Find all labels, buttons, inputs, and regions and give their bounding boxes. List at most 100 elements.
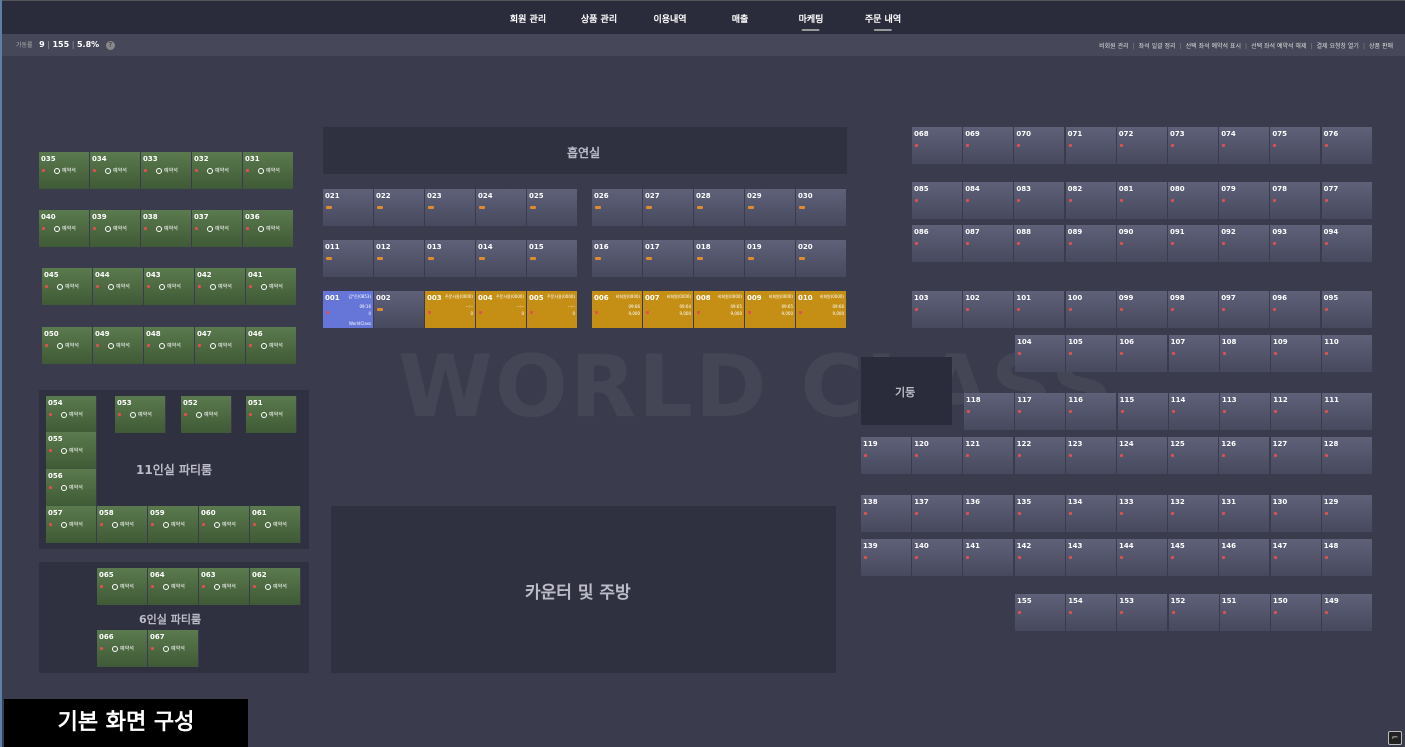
seat-049[interactable]: 049 예약석 [93,327,144,364]
corner-icon[interactable]: ⌐ [1388,731,1402,745]
seat-089[interactable]: 089 [1065,225,1117,262]
seat-083[interactable]: 083 [1014,182,1066,219]
seat-029[interactable]: 029 [745,189,796,226]
seat-038[interactable]: 038 예약석 [141,210,192,247]
seat-082[interactable]: 082 [1065,182,1117,219]
action-link-2[interactable]: 선택 좌석 예약석 표시 [1186,43,1241,50]
seat-055[interactable]: 055 예약석 [46,432,97,469]
seat-046[interactable]: 046 예약석 [246,327,297,364]
seat-136[interactable]: 136 [963,495,1015,532]
seat-080[interactable]: 080 [1168,182,1219,219]
seat-090[interactable]: 090 [1116,225,1168,262]
seat-117[interactable]: 117 [1015,393,1067,430]
seat-087[interactable]: 087 [963,225,1015,262]
seat-065[interactable]: 065 예약석 [97,568,148,605]
seat-008[interactable]: 008 비회원(0000) 09:65 9,000 [694,291,745,328]
seat-059[interactable]: 059 예약석 [148,506,199,543]
seat-153[interactable]: 153 [1117,594,1169,631]
seat-003[interactable]: 003 주문사용(0000) --:-- 0 [425,291,476,328]
seat-062[interactable]: 062 예약석 [250,568,301,605]
seat-066[interactable]: 066 예약석 [97,630,148,667]
seat-129[interactable]: 129 [1321,495,1373,532]
seat-028[interactable]: 028 [694,189,745,226]
seat-009[interactable]: 009 비회원(0000) 09:65 9,000 [745,291,796,328]
action-link-4[interactable]: 결제 요청창 열기 [1317,43,1359,50]
seat-124[interactable]: 124 [1117,437,1168,474]
seat-034[interactable]: 034 예약석 [90,152,141,189]
seat-019[interactable]: 019 [745,240,796,277]
seat-154[interactable]: 154 [1066,594,1118,631]
nav-item-5[interactable]: 주문 내역 [865,12,901,31]
seat-001[interactable]: 001 김*진(0853) 09:16 0 WorldClass [323,291,374,328]
seat-047[interactable]: 047 예약석 [195,327,246,364]
action-link-3[interactable]: 선택 좌석 예약석 해제 [1251,43,1306,50]
seat-025[interactable]: 025 [527,189,578,226]
seat-084[interactable]: 084 [963,182,1015,219]
action-link-1[interactable]: 좌석 일괄 정리 [1139,43,1176,50]
seat-024[interactable]: 024 [476,189,527,226]
seat-053[interactable]: 053 예약석 [115,396,166,433]
seat-139[interactable]: 139 [861,539,912,576]
seat-105[interactable]: 105 [1066,335,1118,372]
seat-063[interactable]: 063 예약석 [199,568,250,605]
seat-026[interactable]: 026 [592,189,643,226]
seat-027[interactable]: 027 [643,189,694,226]
seat-016[interactable]: 016 [592,240,643,277]
seat-150[interactable]: 150 [1271,594,1322,631]
seat-103[interactable]: 103 [912,291,963,328]
seat-123[interactable]: 123 [1065,437,1117,474]
seat-054[interactable]: 054 예약석 [46,396,97,433]
seat-030[interactable]: 030 [796,189,847,226]
seat-012[interactable]: 012 [374,240,425,277]
seat-073[interactable]: 073 [1168,127,1219,164]
seat-097[interactable]: 097 [1219,291,1271,328]
seat-043[interactable]: 043 예약석 [144,268,195,305]
seat-092[interactable]: 092 [1219,225,1271,262]
seat-099[interactable]: 099 [1116,291,1168,328]
seat-007[interactable]: 007 비회원(0000) 09:64 9,000 [643,291,694,328]
seat-013[interactable]: 013 [425,240,476,277]
seat-078[interactable]: 078 [1270,182,1322,219]
seat-100[interactable]: 100 [1065,291,1117,328]
nav-item-3[interactable]: 매출 [732,12,749,25]
seat-005[interactable]: 005 주문사용(0000) --:-- 0 [527,291,578,328]
seat-036[interactable]: 036 예약석 [243,210,294,247]
nav-item-1[interactable]: 상품 관리 [581,12,617,25]
seat-077[interactable]: 077 [1321,182,1373,219]
seat-111[interactable]: 111 [1322,393,1374,430]
seat-142[interactable]: 142 [1014,539,1066,576]
seat-085[interactable]: 085 [912,182,963,219]
seat-075[interactable]: 075 [1270,127,1322,164]
seat-094[interactable]: 094 [1321,225,1373,262]
seat-144[interactable]: 144 [1117,539,1168,576]
seat-095[interactable]: 095 [1321,291,1373,328]
seat-128[interactable]: 128 [1321,437,1373,474]
seat-002[interactable]: 002 [374,291,425,328]
nav-item-2[interactable]: 이용내역 [653,12,686,25]
nav-item-4[interactable]: 마케팅 [799,12,823,31]
seat-140[interactable]: 140 [912,539,964,576]
seat-145[interactable]: 145 [1168,539,1220,576]
seat-108[interactable]: 108 [1219,335,1271,372]
seat-015[interactable]: 015 [527,240,578,277]
seat-088[interactable]: 088 [1014,225,1066,262]
seat-040[interactable]: 040 예약석 [39,210,90,247]
seat-011[interactable]: 011 [323,240,374,277]
seat-017[interactable]: 017 [643,240,694,277]
seat-147[interactable]: 147 [1270,539,1322,576]
seat-068[interactable]: 068 [912,127,963,164]
seat-127[interactable]: 127 [1270,437,1322,474]
seat-032[interactable]: 032 예약석 [192,152,243,189]
seat-071[interactable]: 071 [1065,127,1117,164]
seat-143[interactable]: 143 [1065,539,1117,576]
seat-118[interactable]: 118 [964,393,1015,430]
seat-021[interactable]: 021 [323,189,374,226]
seat-133[interactable]: 133 [1117,495,1168,532]
seat-131[interactable]: 131 [1219,495,1271,532]
seat-033[interactable]: 033 예약석 [141,152,192,189]
seat-116[interactable]: 116 [1066,393,1118,430]
seat-132[interactable]: 132 [1168,495,1220,532]
seat-091[interactable]: 091 [1168,225,1219,262]
seat-035[interactable]: 035 예약석 [39,152,90,189]
seat-039[interactable]: 039 예약석 [90,210,141,247]
